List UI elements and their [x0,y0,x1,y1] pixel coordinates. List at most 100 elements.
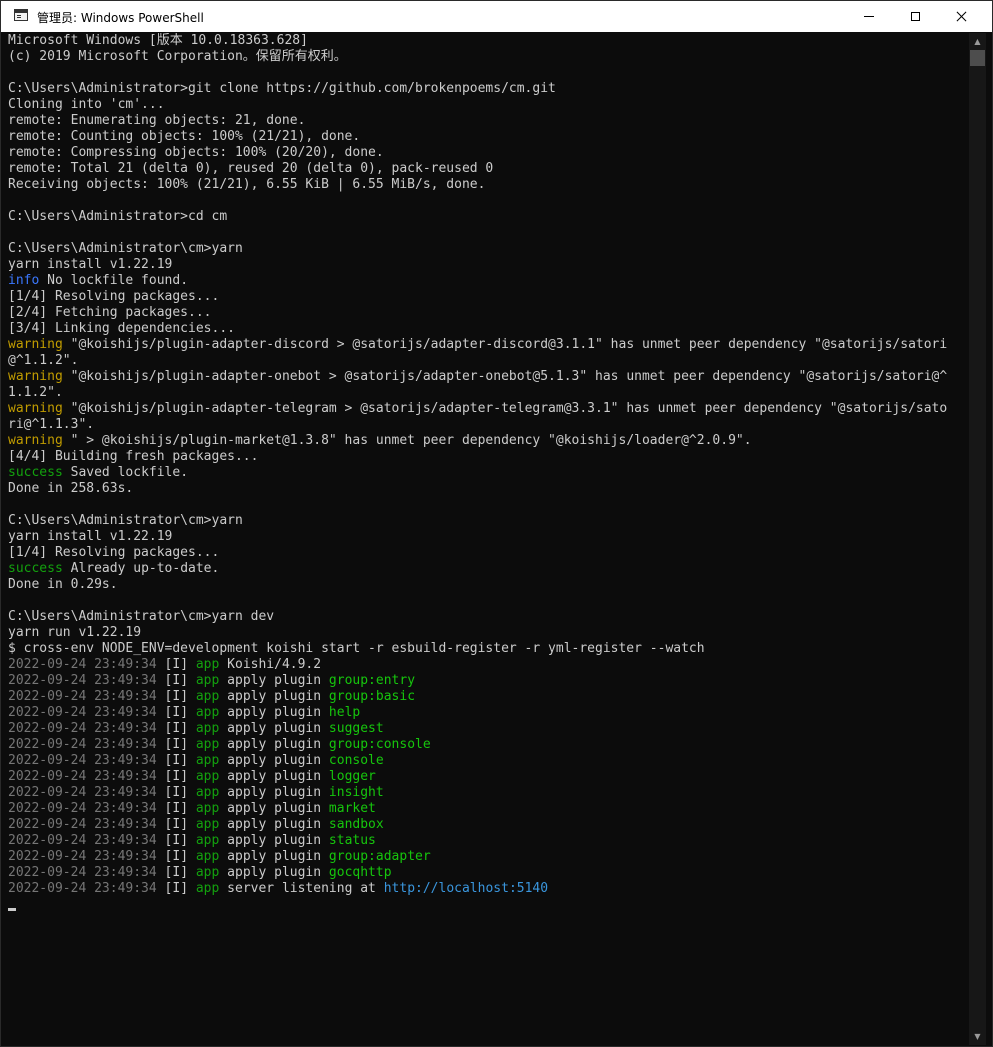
console-text: app [195,817,220,832]
console-text: 2022-09-24 23:49:34 [8,881,157,896]
console-text: 1.1.2". [8,385,63,400]
powershell-window-icon[interactable] [14,9,28,21]
console-text: 2022-09-24 23:49:34 [8,737,157,752]
console-text: app [195,689,220,704]
vertical-scrollbar[interactable]: ▲ ▼ [969,33,986,1045]
console-text: Done in 258.63s. [8,481,134,496]
console-text: app [195,881,220,896]
console-text: apply plugin [219,721,329,736]
console-text: status [328,833,376,848]
console-line: 2022-09-24 23:49:34 [I] app apply plugin… [8,849,968,865]
console-text: help [328,705,361,720]
powershell-window: 管理员: Windows PowerShell Microsoft Window… [0,0,993,1047]
console-line: remote: Counting objects: 100% (21/21), … [8,129,968,145]
console-text: app [195,849,220,864]
minimize-icon [864,16,874,17]
console-text: [I] [156,833,196,848]
console-text: app [195,753,220,768]
console-text: Receiving objects: 100% (21/21), 6.55 Ki… [8,177,486,192]
console-text: [3/4] Linking dependencies... [8,321,235,336]
console-text: C:\Users\Administrator\cm>yarn [8,513,243,528]
console-text: [I] [156,785,196,800]
console-line: warning " > @koishijs/plugin-market@1.3.… [8,433,968,449]
console-text: warning [8,401,63,416]
scroll-thumb[interactable] [970,50,985,66]
console-line: [1/4] Resolving packages... [8,289,968,305]
console-text: logger [328,769,376,784]
console-line: 2022-09-24 23:49:34 [I] app apply plugin… [8,705,968,721]
console-text: console [328,753,384,768]
console-line: 2022-09-24 23:49:34 [I] app apply plugin… [8,673,968,689]
console-text: remote: Compressing objects: 100% (20/20… [8,145,384,160]
console-text: 2022-09-24 23:49:34 [8,673,157,688]
console-text: apply plugin [219,689,329,704]
console-text: warning [8,337,63,352]
console-text: Koishi/4.9.2 [219,657,322,672]
console-line: 2022-09-24 23:49:34 [I] app apply plugin… [8,817,968,833]
console-line: ri@^1.1.3". [8,417,968,433]
console-text: 2022-09-24 23:49:34 [8,801,157,816]
console-text: [2/4] Fetching packages... [8,305,212,320]
console-line: @^1.1.2". [8,353,968,369]
text-cursor [8,908,16,911]
console-text: app [195,721,220,736]
console-line: 2022-09-24 23:49:34 [I] app apply plugin… [8,753,968,769]
console-line: yarn install v1.22.19 [8,529,968,545]
console-text: C:\Users\Administrator\cm>yarn [8,241,243,256]
scroll-down-arrow-icon[interactable]: ▼ [969,1028,986,1045]
console-line: (c) 2019 Microsoft Corporation。保留所有权利。 [8,49,968,65]
console-line: 2022-09-24 23:49:34 [I] app server liste… [8,881,968,897]
console-text: 2022-09-24 23:49:34 [8,817,157,832]
console-text: [I] [156,705,196,720]
console-text: http://localhost:5140 [383,881,549,896]
console-text: remote: Total 21 (delta 0), reused 20 (d… [8,161,494,176]
console-text: remote: Enumerating objects: 21, done. [8,113,306,128]
console-line: [2/4] Fetching packages... [8,305,968,321]
console-text: 2022-09-24 23:49:34 [8,865,157,880]
console-text: [I] [156,849,196,864]
console-line: 2022-09-24 23:49:34 [I] app apply plugin… [8,801,968,817]
console-line [8,897,968,913]
console-line: success Already up-to-date. [8,561,968,577]
console-line: 2022-09-24 23:49:34 [I] app apply plugin… [8,689,968,705]
console-text: apply plugin [219,849,329,864]
maximize-icon [910,12,920,21]
console-text: C:\Users\Administrator>git clone https:/… [8,81,556,96]
console-text: [I] [156,801,196,816]
console-line: remote: Total 21 (delta 0), reused 20 (d… [8,161,968,177]
console-line: 2022-09-24 23:49:34 [I] app apply plugin… [8,785,968,801]
console-text: insight [328,785,384,800]
console-line: C:\Users\Administrator\cm>yarn dev [8,609,968,625]
minimize-button[interactable] [846,1,892,32]
console-line: warning "@koishijs/plugin-adapter-telegr… [8,401,968,417]
console-text: app [195,737,220,752]
console-line: yarn install v1.22.19 [8,257,968,273]
console-text: @^1.1.2". [8,353,79,368]
console-text: Done in 0.29s. [8,577,118,592]
console-text: yarn run v1.22.19 [8,625,142,640]
console-line: Microsoft Windows [版本 10.0.18363.628] [8,33,968,49]
console-line: 2022-09-24 23:49:34 [I] app apply plugin… [8,737,968,753]
maximize-button[interactable] [892,1,938,32]
title-bar[interactable]: 管理员: Windows PowerShell [1,1,992,32]
console-text: Saved lockfile. [62,465,189,480]
console-text: apply plugin [219,737,329,752]
console-line: $ cross-env NODE_ENV=development koishi … [8,641,968,657]
console-line: 2022-09-24 23:49:34 [I] app apply plugin… [8,833,968,849]
console-text: [I] [156,817,196,832]
console-text: 2022-09-24 23:49:34 [8,689,157,704]
console-line: 2022-09-24 23:49:34 [I] app apply plugin… [8,865,968,881]
console-text: app [195,785,220,800]
console-line: remote: Compressing objects: 100% (20/20… [8,145,968,161]
console-text: apply plugin [219,785,329,800]
console-text: Cloning into 'cm'... [8,97,165,112]
console-text: warning [8,433,63,448]
scroll-up-arrow-icon[interactable]: ▲ [969,33,986,50]
console-output[interactable]: Microsoft Windows [版本 10.0.18363.628] (c)… [8,33,968,1045]
console-text: ri@^1.1.3". [8,417,95,432]
console-text: No lockfile found. [39,273,189,288]
close-button[interactable] [938,1,984,32]
console-text: 2022-09-24 23:49:34 [8,849,157,864]
